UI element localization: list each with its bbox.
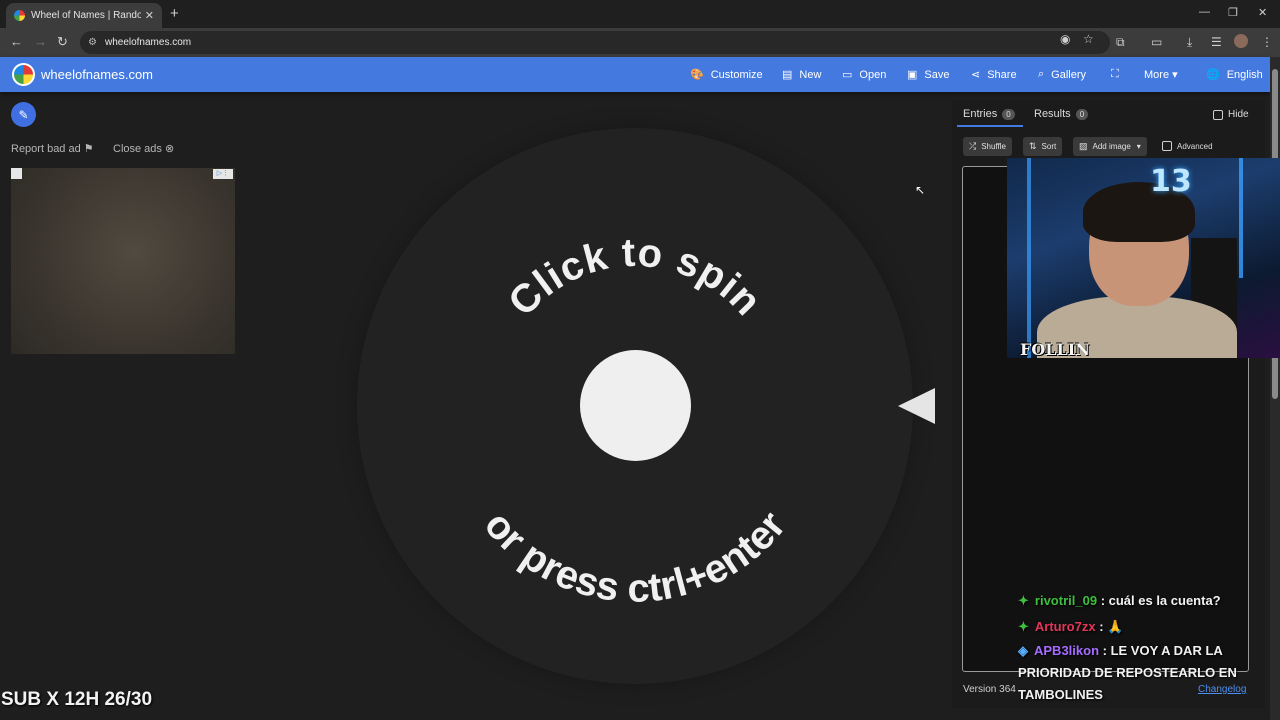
palette-icon: 🎨 bbox=[690, 69, 704, 81]
profile-avatar[interactable] bbox=[1234, 34, 1248, 48]
neon-light bbox=[1027, 158, 1031, 358]
sub-badge-icon: ✦ bbox=[1018, 593, 1029, 608]
flag-icon: ⚑ bbox=[83, 143, 94, 155]
save-button[interactable]: ▣ Save bbox=[907, 68, 949, 82]
adchoices-icon[interactable]: ▷⋮ bbox=[213, 169, 233, 179]
results-count-badge: 0 bbox=[1075, 108, 1089, 120]
sort-icon: ⇅ bbox=[1029, 141, 1037, 151]
globe-icon: 🌐 bbox=[1206, 69, 1220, 81]
page-scrollbar[interactable] bbox=[1270, 57, 1280, 720]
hide-checkbox[interactable]: Hide bbox=[1213, 109, 1249, 120]
cast-icon[interactable]: ▭ bbox=[1151, 35, 1162, 49]
press-ctrl-enter-text: or press ctrl+enter bbox=[476, 503, 795, 611]
wheel-pointer-icon bbox=[898, 388, 935, 424]
image-icon: ▨ bbox=[1079, 141, 1088, 151]
close-window-icon[interactable]: ✕ bbox=[1258, 6, 1267, 19]
webcam-overlay: 13 bbox=[1007, 158, 1280, 358]
add-image-button[interactable]: ▨ Add image ▾ bbox=[1073, 137, 1147, 156]
close-ads-link[interactable]: Close ads ⊗ bbox=[113, 142, 174, 155]
wheel-hub[interactable] bbox=[580, 350, 691, 461]
entries-count-badge: 0 bbox=[1002, 108, 1015, 120]
folder-icon: ▭ bbox=[842, 69, 853, 81]
new-button[interactable]: ▤ New bbox=[782, 68, 821, 82]
browser-menu-icon[interactable]: ⋮ bbox=[1261, 35, 1273, 49]
language-button[interactable]: 🌐 English bbox=[1206, 68, 1263, 82]
advanced-checkbox[interactable]: Advanced bbox=[1162, 141, 1213, 151]
report-bad-ad-link[interactable]: Report bad ad ⚑ bbox=[11, 142, 94, 155]
restore-icon[interactable]: ❐ bbox=[1228, 6, 1238, 19]
wheel-favicon-icon bbox=[14, 10, 25, 21]
close-tab-icon[interactable]: ✕ bbox=[145, 9, 154, 22]
click-to-spin-text: Click to spin bbox=[500, 231, 770, 325]
site-info-icon[interactable]: ⚙ bbox=[88, 37, 97, 48]
browser-tab[interactable]: Wheel of Names | Random nam ✕ bbox=[6, 3, 162, 28]
ad-placeholder[interactable]: ▷⋮ bbox=[11, 168, 235, 354]
edit-pencil-button[interactable]: ✎ bbox=[11, 102, 36, 127]
fullscreen-icon: ⛶ bbox=[1111, 68, 1119, 80]
url-omnibox[interactable]: ⚙ wheelofnames.com ◉ ☆ bbox=[80, 31, 1110, 54]
wheel-logo-icon[interactable] bbox=[12, 63, 35, 86]
stream-chat-overlay: ✦ rivotril_09 : cuál es la cuenta? ✦ Artur… bbox=[1018, 588, 1258, 706]
shuffle-button[interactable]: ⤮ Shuffle bbox=[963, 137, 1012, 156]
close-circle-icon: ⊗ bbox=[164, 143, 175, 155]
bookmark-star-icon[interactable]: ☆ bbox=[1083, 32, 1094, 46]
chevron-down-icon: ▾ bbox=[1136, 142, 1141, 151]
extensions-icon[interactable]: ⧉ bbox=[1116, 35, 1125, 50]
sub-goal-overlay: SUB X 12H 26/30 bbox=[1, 689, 153, 710]
checkbox-box[interactable] bbox=[1213, 109, 1223, 120]
neon-light bbox=[1239, 158, 1243, 278]
mouse-cursor-icon: ↖ bbox=[915, 183, 926, 197]
site-name[interactable]: wheelofnames.com bbox=[41, 67, 153, 82]
ad-checkbox[interactable] bbox=[11, 168, 22, 179]
chat-message: ✦ Arturo7zx : 🙏 bbox=[1018, 619, 1124, 634]
reload-icon[interactable]: ↻ bbox=[57, 34, 68, 50]
file-icon: ▤ bbox=[782, 69, 793, 81]
chat-message: ◈ APB3likon : LE VOY A DAR LA PRIORIDAD D… bbox=[1018, 643, 1237, 702]
share-button[interactable]: ⋖ Share bbox=[971, 68, 1017, 82]
active-tab-indicator bbox=[957, 125, 1023, 127]
forward-arrow-icon[interactable]: → bbox=[34, 34, 47, 49]
neon-sign: 13 bbox=[1150, 164, 1192, 199]
download-icon[interactable]: ⤓ bbox=[1187, 35, 1192, 50]
fullscreen-button[interactable]: ⛶ bbox=[1111, 68, 1126, 81]
prime-badge-icon: ◈ bbox=[1018, 643, 1028, 658]
tab-results[interactable]: Results 0 bbox=[1034, 108, 1089, 120]
address-bar-row: ← → ↻ ⚙ wheelofnames.com ◉ ☆ ⧉ ▭ ⤓ ☰ ⋮ bbox=[0, 28, 1280, 57]
back-arrow-icon[interactable]: ← bbox=[10, 34, 23, 49]
share-icon: ⋖ bbox=[971, 69, 981, 81]
search-icon: ⌕ bbox=[1038, 68, 1045, 80]
tab-entries[interactable]: Entries 0 bbox=[963, 108, 1015, 120]
shuffle-icon: ⤮ bbox=[969, 141, 977, 151]
url-text: wheelofnames.com bbox=[104, 37, 192, 48]
site-header: wheelofnames.com 🎨 Customize ▤ New ▭ Open ▣… bbox=[0, 57, 1270, 92]
checkbox-box[interactable] bbox=[1162, 141, 1172, 151]
browser-tab-strip: Wheel of Names | Random nam ✕ + — ❐ ✕ bbox=[0, 0, 1280, 28]
gallery-button[interactable]: ⌕ Gallery bbox=[1038, 68, 1086, 81]
version-label: Version 364 bbox=[963, 684, 1016, 695]
emote-icon: 🙏 bbox=[1107, 619, 1124, 634]
floppy-icon: ▣ bbox=[907, 69, 918, 81]
more-button[interactable]: More ▾ bbox=[1144, 68, 1178, 81]
open-button[interactable]: ▭ Open bbox=[842, 68, 886, 82]
tab-title: Wheel of Names | Random nam bbox=[31, 10, 141, 21]
streamer-logo: FOLLIN bbox=[1020, 340, 1090, 359]
pencil-icon: ✎ bbox=[18, 107, 29, 122]
tracking-eye-icon[interactable]: ◉ bbox=[1060, 32, 1070, 46]
minimize-icon[interactable]: — bbox=[1199, 6, 1210, 18]
chat-message: ✦ rivotril_09 : cuál es la cuenta? bbox=[1018, 593, 1221, 608]
sort-button[interactable]: ⇅ Sort bbox=[1023, 137, 1063, 156]
new-tab-button[interactable]: + bbox=[170, 5, 179, 22]
sub-badge-icon: ✦ bbox=[1018, 619, 1029, 634]
customize-button[interactable]: 🎨 Customize bbox=[690, 68, 763, 82]
reading-list-icon[interactable]: ☰ bbox=[1211, 35, 1222, 49]
